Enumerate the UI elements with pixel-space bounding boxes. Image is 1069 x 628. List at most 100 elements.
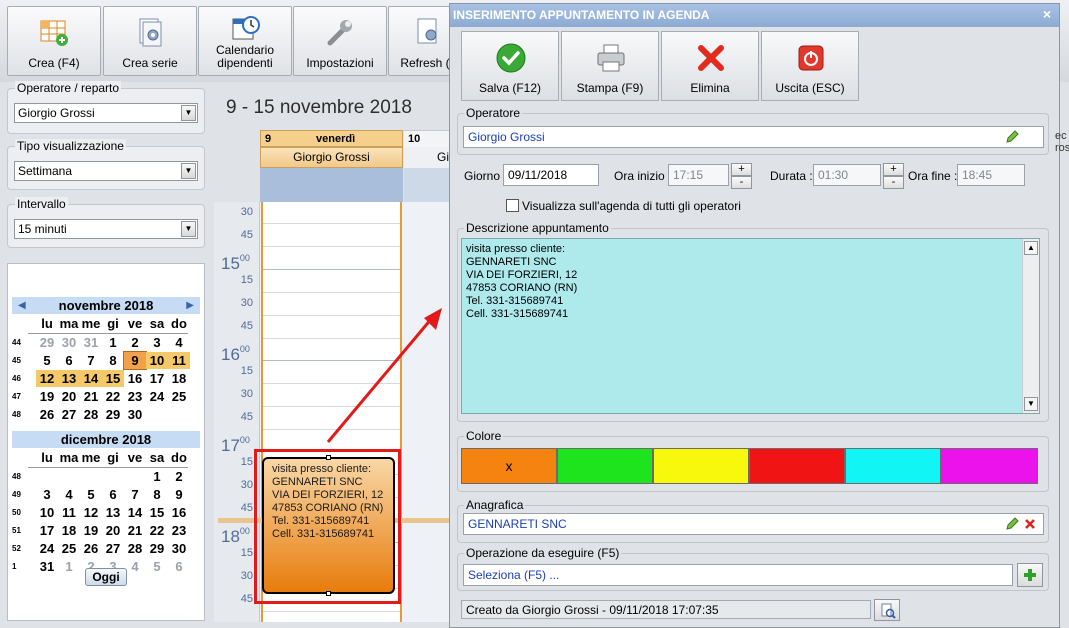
calendar-day[interactable]: 14 <box>80 370 102 387</box>
calendar-day[interactable]: 17 <box>146 370 168 387</box>
calendar-day[interactable]: 16 <box>168 504 190 521</box>
calendario-dipendenti-button[interactable]: Calendario dipendenti <box>198 6 292 76</box>
appointment-block[interactable]: visita presso cliente: GENNARETI SNC VIA… <box>262 457 395 594</box>
stampa-button[interactable]: Stampa (F9) <box>561 31 659 101</box>
impostazioni-button[interactable]: Impostazioni <box>293 6 387 76</box>
calendar-day[interactable]: 22 <box>102 388 124 405</box>
scroll-down-icon[interactable]: ▼ <box>1024 397 1038 411</box>
intervallo-select[interactable]: 15 minuti ▼ <box>14 219 198 239</box>
next-all-day-area[interactable] <box>404 168 450 202</box>
calendar-day[interactable]: 14 <box>124 504 146 521</box>
ora-inizio-minus-button[interactable]: - <box>731 176 752 189</box>
calendar-day[interactable]: 30 <box>124 406 146 423</box>
anagrafica-field[interactable]: GENNARETI SNC <box>463 513 1044 535</box>
calendar-day[interactable]: 12 <box>36 370 58 387</box>
calendar-day[interactable]: 30 <box>168 540 190 557</box>
oggi-button[interactable]: Oggi <box>85 568 127 586</box>
descrizione-scrollbar[interactable]: ▲ ▼ <box>1022 239 1039 413</box>
calendar-day[interactable]: 23 <box>124 388 146 405</box>
color-swatch-orange[interactable]: x <box>461 448 557 484</box>
close-icon[interactable]: × <box>1043 6 1051 22</box>
resize-handle-top[interactable] <box>326 455 331 460</box>
visualizza-checkbox[interactable] <box>506 199 519 212</box>
durata-input[interactable]: 01:30 <box>813 164 881 186</box>
calendar-day[interactable]: 8 <box>146 486 168 503</box>
calendar-day[interactable]: 27 <box>102 540 124 557</box>
calendar-day[interactable]: 28 <box>124 540 146 557</box>
pencil-icon[interactable] <box>1005 130 1019 144</box>
calendar-day[interactable]: 12 <box>80 504 102 521</box>
calendar-day[interactable]: 28 <box>80 406 102 423</box>
ora-inizio-plus-button[interactable]: + <box>731 163 752 176</box>
calendar-day[interactable]: 29 <box>146 540 168 557</box>
calendar-day[interactable]: 5 <box>146 558 168 575</box>
color-swatch-green[interactable] <box>557 448 653 484</box>
calendar-day[interactable]: 19 <box>36 388 58 405</box>
color-swatch-red[interactable] <box>749 448 845 484</box>
operazione-field[interactable]: Seleziona (F5) ... <box>463 564 1013 586</box>
descrizione-textarea[interactable]: visita presso cliente: GENNARETI SNC VIA… <box>461 238 1040 414</box>
next-month-icon[interactable]: ▶ <box>186 297 194 314</box>
delete-icon[interactable] <box>1023 517 1037 531</box>
calendar-day[interactable]: 29 <box>102 406 124 423</box>
calendar-day[interactable]: 6 <box>168 558 190 575</box>
color-swatch-magenta[interactable] <box>941 448 1038 484</box>
calendar-day[interactable]: 1 <box>146 468 168 485</box>
calendar-day[interactable]: 6 <box>102 486 124 503</box>
chevron-down-icon[interactable]: ▼ <box>181 221 196 237</box>
calendar-day[interactable]: 26 <box>36 406 58 423</box>
next-day-header[interactable]: 10 <box>404 130 450 147</box>
calendar-day[interactable]: 15 <box>102 370 124 387</box>
refresh-button[interactable]: Refresh ( <box>388 6 452 76</box>
calendar-day[interactable]: 2 <box>124 334 146 351</box>
color-swatch-yellow[interactable] <box>653 448 749 484</box>
calendar-day-selected[interactable]: 9 <box>123 351 147 370</box>
calendar-day[interactable]: 3 <box>146 334 168 351</box>
calendar-day[interactable]: 20 <box>102 522 124 539</box>
calendar-day[interactable]: 13 <box>102 504 124 521</box>
durata-plus-button[interactable]: + <box>883 163 904 176</box>
calendar-day[interactable]: 7 <box>124 486 146 503</box>
calendar-day[interactable]: 20 <box>58 388 80 405</box>
calendar-day[interactable]: 1 <box>58 558 80 575</box>
calendar-day[interactable]: 7 <box>80 352 102 369</box>
scroll-up-icon[interactable]: ▲ <box>1024 241 1038 255</box>
color-swatch-cyan[interactable] <box>845 448 941 484</box>
crea-button[interactable]: Crea (F4) <box>7 6 101 76</box>
calendar-day[interactable]: 9 <box>168 486 190 503</box>
chevron-down-icon[interactable]: ▼ <box>181 105 196 121</box>
calendar-day[interactable]: 30 <box>58 334 80 351</box>
calendar-day[interactable]: 13 <box>58 370 80 387</box>
durata-minus-button[interactable]: - <box>883 176 904 189</box>
calendar-day[interactable]: 29 <box>36 334 58 351</box>
operatore-field[interactable]: Giorgio Grossi <box>463 126 1044 148</box>
calendar-day[interactable]: 10 <box>146 352 168 369</box>
salva-button[interactable]: Salva (F12) <box>461 31 559 101</box>
calendar-day[interactable]: 4 <box>58 486 80 503</box>
calendar-day[interactable]: 1 <box>102 334 124 351</box>
calendar-day[interactable]: 4 <box>168 334 190 351</box>
calendar-day[interactable]: 21 <box>80 388 102 405</box>
all-day-area[interactable] <box>260 168 403 202</box>
calendar-day[interactable]: 18 <box>168 370 190 387</box>
giorno-input[interactable]: 09/11/2018 <box>503 164 599 186</box>
calendar-day[interactable]: 15 <box>146 504 168 521</box>
calendar-day[interactable]: 23 <box>168 522 190 539</box>
calendar-day[interactable]: 31 <box>36 558 58 575</box>
calendar-day[interactable]: 10 <box>36 504 58 521</box>
pencil-icon[interactable] <box>1005 517 1019 531</box>
calendar-day[interactable]: 11 <box>168 352 190 369</box>
history-button[interactable] <box>874 599 900 621</box>
calendar-day[interactable]: 3 <box>36 486 58 503</box>
crea-serie-button[interactable]: Crea serie <box>103 6 197 76</box>
ora-inizio-input[interactable]: 17:15 <box>668 164 729 186</box>
calendar-day[interactable]: 31 <box>80 334 102 351</box>
ora-fine-input[interactable]: 18:45 <box>957 164 1025 186</box>
calendar-day[interactable]: 27 <box>58 406 80 423</box>
add-operazione-button[interactable] <box>1017 563 1043 587</box>
resize-handle-bottom[interactable] <box>326 591 331 596</box>
calendar-day[interactable]: 6 <box>58 352 80 369</box>
calendar-day[interactable]: 5 <box>36 352 58 369</box>
calendar-day[interactable]: 24 <box>36 540 58 557</box>
operatore-select[interactable]: Giorgio Grossi ▼ <box>14 103 198 123</box>
